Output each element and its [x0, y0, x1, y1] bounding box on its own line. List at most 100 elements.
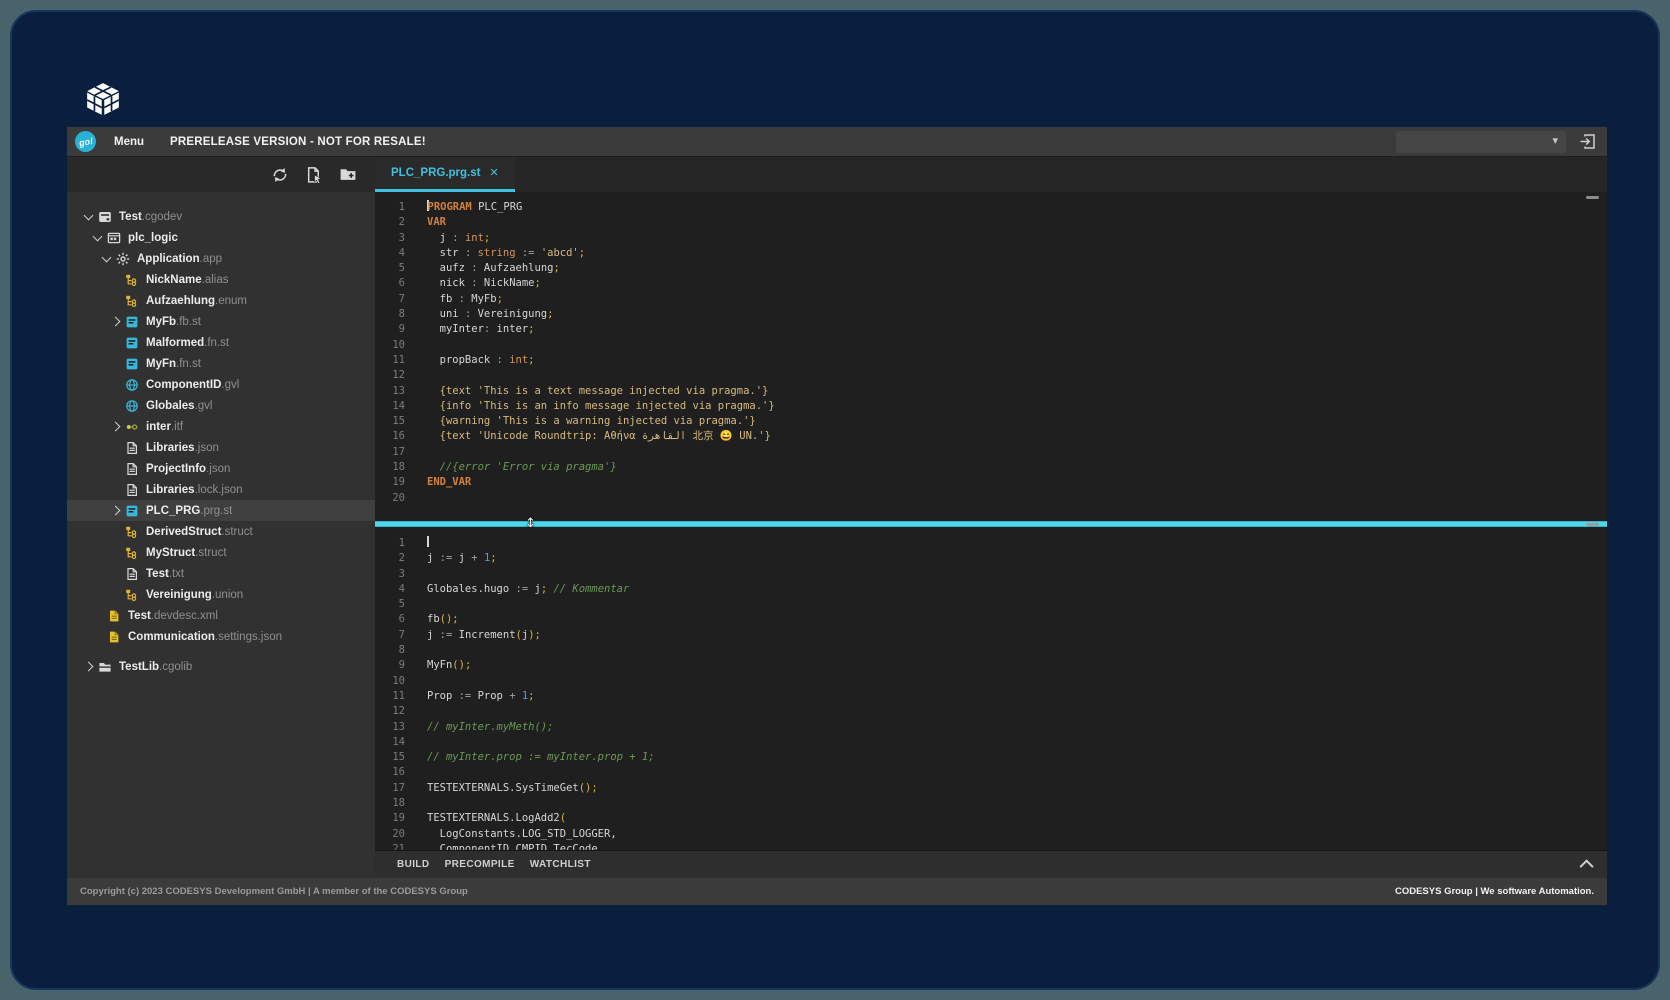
tab-bar: PLC_PRG.prg.st ✕	[375, 157, 1607, 192]
code-line[interactable]: 18 //{error 'Error via pragma'}	[375, 460, 1607, 475]
tree-item-projectinfo[interactable]: ProjectInfo.json	[67, 458, 375, 479]
code-line[interactable]: 20	[375, 491, 1607, 506]
scroll-indicator[interactable]	[1586, 196, 1599, 199]
tree-item-derivedstruct[interactable]: DerivedStruct.struct	[67, 521, 375, 542]
code-line[interactable]: 19TESTEXTERNALS.LogAdd2(	[375, 811, 1607, 826]
tree-item-application[interactable]: Application.app	[67, 248, 375, 269]
bottom-tab-build[interactable]: BUILD	[397, 859, 430, 870]
code-line[interactable]: 16 {text 'Unicode Roundtrip: Αθήνα القاه…	[375, 429, 1607, 444]
chevron-down-icon[interactable]	[98, 257, 115, 261]
code-line[interactable]: 20 LogConstants.LOG_STD_LOGGER,	[375, 827, 1607, 842]
bottom-tab-precompile[interactable]: PRECOMPILE	[445, 859, 515, 870]
tree-item-libraries[interactable]: Libraries.json	[67, 437, 375, 458]
code-line[interactable]: 5 aufz : Aufzaehlung;	[375, 261, 1607, 276]
tree-item-test[interactable]: Test.devdesc.xml	[67, 605, 375, 626]
code-line[interactable]: 8	[375, 643, 1607, 658]
tree-item-communication[interactable]: Communication.settings.json	[67, 626, 375, 647]
code-line[interactable]: 15 {warning 'This is a warning injected …	[375, 414, 1607, 429]
tree-item-test[interactable]: Test.cgodev	[67, 206, 375, 227]
code-token: ;	[528, 690, 534, 702]
tree-item-mystruct[interactable]: MyStruct.struct	[67, 542, 375, 563]
code-line[interactable]: 3 j : int;	[375, 231, 1607, 246]
code-line[interactable]: 8 uni : Vereinigung;	[375, 307, 1607, 322]
bottom-panel-bar: BUILD PRECOMPILE WATCHLIST	[375, 850, 1607, 878]
new-folder-button[interactable]	[339, 166, 357, 184]
tree-item-componentid[interactable]: ComponentID.gvl	[67, 374, 375, 395]
tree-item-myfn[interactable]: MyFn.fn.st	[67, 353, 375, 374]
tree-item-plc_prg[interactable]: PLC_PRG.prg.st	[67, 500, 375, 521]
code-text: {text 'Unicode Roundtrip: Αθήνα القاهرة …	[405, 429, 771, 444]
code-line[interactable]: 14	[375, 735, 1607, 750]
code-line[interactable]: 3	[375, 567, 1607, 582]
tree-item-myfb[interactable]: MyFb.fb.st	[67, 311, 375, 332]
menu-button[interactable]: Menu	[114, 136, 144, 148]
code-line[interactable]: 4 str : string := 'abcd';	[375, 246, 1607, 261]
code-token: Vereinigung	[478, 308, 548, 320]
code-line[interactable]: 17	[375, 445, 1607, 460]
code-line[interactable]: 2VAR	[375, 215, 1607, 230]
bottom-tab-watchlist[interactable]: WATCHLIST	[530, 859, 591, 870]
code-line[interactable]: 19END_VAR	[375, 475, 1607, 490]
refresh-button[interactable]	[271, 166, 289, 184]
code-line[interactable]: 15// myInter.prop := myInter.prop + 1;	[375, 750, 1607, 765]
code-token: Prop	[427, 690, 459, 702]
tree-item-nickname[interactable]: NickName.alias	[67, 269, 375, 290]
code-line[interactable]: 11Prop := Prop + 1;	[375, 689, 1607, 704]
code-line[interactable]: 11 propBack : int;	[375, 353, 1607, 368]
tree-item-vereinigung[interactable]: Vereinigung.union	[67, 584, 375, 605]
line-number: 17	[375, 781, 405, 796]
code-line[interactable]: 2j := j + 1;	[375, 551, 1607, 566]
new-file-button[interactable]	[305, 166, 323, 184]
editor-column: 1PROGRAM PLC_PRG2VAR3 j : int;4 str : st…	[375, 192, 1607, 878]
line-number: 7	[375, 628, 405, 643]
device-dropdown[interactable]: ▾	[1396, 131, 1566, 153]
exit-button[interactable]	[1578, 132, 1597, 151]
tree-item-globales[interactable]: Globales.gvl	[67, 395, 375, 416]
code-line[interactable]: 7j := Increment(j);	[375, 628, 1607, 643]
code-line[interactable]: 18	[375, 796, 1607, 811]
board-icon	[106, 231, 122, 245]
code-line[interactable]: 12	[375, 704, 1607, 719]
tree-item-test[interactable]: Test.txt	[67, 563, 375, 584]
editor-pane-body[interactable]: 12j := j + 1;34Globales.hugo := j; // Ko…	[375, 527, 1607, 850]
code-line[interactable]: 1	[375, 536, 1607, 551]
code-line[interactable]: 10	[375, 338, 1607, 353]
code-text: fb();	[405, 612, 459, 627]
tree-item-malformed[interactable]: Malformed.fn.st	[67, 332, 375, 353]
chevron-down-icon[interactable]	[89, 236, 106, 240]
code-line[interactable]: 13// myInter.myMeth();	[375, 720, 1607, 735]
line-number: 5	[375, 597, 405, 612]
code-line[interactable]: 16	[375, 765, 1607, 780]
exit-icon	[1578, 132, 1597, 151]
code-text: myInter: inter;	[405, 322, 535, 337]
code-line[interactable]: 10	[375, 674, 1607, 689]
splitter-handle[interactable]	[1586, 523, 1599, 526]
tree-item-inter[interactable]: inter.itf	[67, 416, 375, 437]
chevron-right-icon[interactable]	[107, 507, 124, 514]
tree-item-libraries[interactable]: Libraries.lock.json	[67, 479, 375, 500]
tree-item-aufzaehlung[interactable]: Aufzaehlung.enum	[67, 290, 375, 311]
chevron-right-icon[interactable]	[80, 663, 97, 670]
chevron-up-icon[interactable]	[1580, 859, 1594, 873]
code-line[interactable]: 13 {text 'This is a text message injecte…	[375, 384, 1607, 399]
code-line[interactable]: 21 ComponentID.CMPID_TecCode	[375, 842, 1607, 850]
chevron-right-icon[interactable]	[107, 318, 124, 325]
code-line[interactable]: 1PROGRAM PLC_PRG	[375, 200, 1607, 215]
chevron-right-icon[interactable]	[107, 423, 124, 430]
tree-item-testlib[interactable]: TestLib.cgolib	[67, 656, 375, 677]
tree-item-plc_logic[interactable]: plc_logic	[67, 227, 375, 248]
code-line[interactable]: 9 myInter: inter;	[375, 322, 1607, 337]
code-line[interactable]: 6fb();	[375, 612, 1607, 627]
code-line[interactable]: 12	[375, 368, 1607, 383]
code-line[interactable]: 17TESTEXTERNALS.SysTimeGet();	[375, 781, 1607, 796]
code-line[interactable]: 14 {info 'This is an info message inject…	[375, 399, 1607, 414]
code-line[interactable]: 6 nick : NickName;	[375, 276, 1607, 291]
close-icon[interactable]: ✕	[489, 168, 498, 179]
tab-plc-prg[interactable]: PLC_PRG.prg.st ✕	[375, 157, 515, 192]
code-line[interactable]: 7 fb : MyFb;	[375, 292, 1607, 307]
code-line[interactable]: 9MyFn();	[375, 658, 1607, 673]
code-line[interactable]: 5	[375, 597, 1607, 612]
editor-pane-declarations[interactable]: 1PROGRAM PLC_PRG2VAR3 j : int;4 str : st…	[375, 192, 1607, 521]
chevron-down-icon[interactable]	[80, 215, 97, 219]
code-line[interactable]: 4Globales.hugo := j; // Kommentar	[375, 582, 1607, 597]
